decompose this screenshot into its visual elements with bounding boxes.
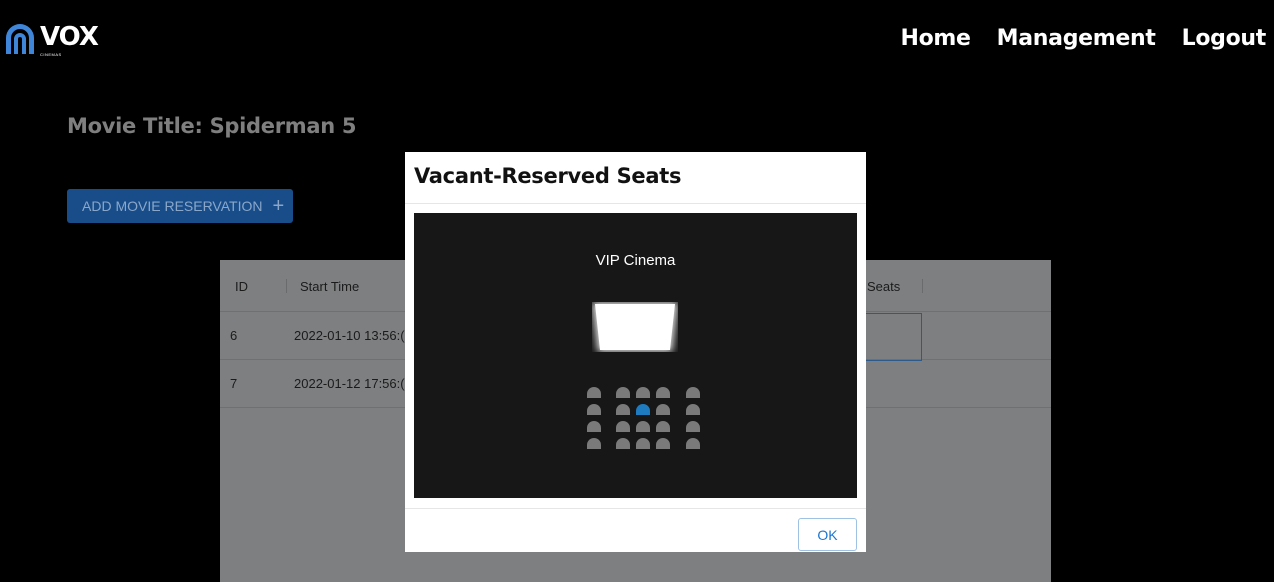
vacant-seat[interactable] — [636, 438, 650, 449]
navbar: VOX CINEMAS Home Management Logout — [0, 0, 1274, 82]
cell-id: 6 — [230, 328, 238, 343]
vacant-seat[interactable] — [636, 387, 650, 398]
column-separator — [922, 279, 923, 293]
cinema-seat-map: VIP Cinema — [414, 213, 857, 498]
vox-logo[interactable]: VOX CINEMAS — [4, 22, 99, 57]
vacant-seat[interactable] — [686, 421, 700, 432]
page-title: Movie Title: Spiderman 5 — [67, 114, 357, 138]
nav-management-link[interactable]: Management — [997, 26, 1156, 51]
ok-button[interactable]: OK — [798, 518, 857, 551]
dialog-divider — [405, 508, 866, 509]
vacant-seat[interactable] — [587, 421, 601, 432]
add-movie-reservation-label: ADD MOVIE RESERVATION — [82, 198, 263, 214]
nav-logout-link[interactable]: Logout — [1182, 26, 1267, 51]
cell-id: 7 — [230, 376, 238, 391]
vacant-seat[interactable] — [616, 438, 630, 449]
vacant-seat[interactable] — [686, 387, 700, 398]
logo-wordmark: VOX — [40, 22, 99, 52]
vacant-seat[interactable] — [616, 421, 630, 432]
vacant-seat[interactable] — [587, 404, 601, 415]
vacant-seat[interactable] — [587, 387, 601, 398]
vacant-seat[interactable] — [656, 387, 670, 398]
cell-start-time: 2022-01-12 17:56:( — [294, 376, 405, 391]
dialog-divider — [405, 203, 866, 204]
vacant-seat[interactable] — [656, 438, 670, 449]
nav-home-link[interactable]: Home — [901, 26, 971, 51]
seat-grid — [577, 384, 700, 449]
vacant-seat[interactable] — [636, 421, 650, 432]
cinema-screen-icon — [592, 302, 678, 352]
nav-links: Home Management Logout — [875, 26, 1267, 51]
column-header-id[interactable]: ID — [235, 279, 248, 294]
vacant-seat[interactable] — [686, 404, 700, 415]
plus-icon: + — [272, 195, 285, 217]
logo-subtitle: CINEMAS — [40, 52, 62, 57]
vacant-seat[interactable] — [686, 438, 700, 449]
seats-dialog: Vacant-Reserved Seats VIP Cinema OK — [405, 152, 866, 552]
column-header-seats[interactable]: Seats — [867, 279, 900, 294]
vacant-seat[interactable] — [656, 404, 670, 415]
cinema-name: VIP Cinema — [595, 252, 676, 269]
dialog-title: Vacant-Reserved Seats — [414, 164, 682, 188]
column-header-start-time[interactable]: Start Time — [300, 279, 359, 294]
column-separator — [286, 279, 287, 293]
reserved-seat[interactable] — [636, 404, 650, 415]
vacant-seat[interactable] — [587, 438, 601, 449]
vacant-seat[interactable] — [616, 387, 630, 398]
vacant-seat[interactable] — [616, 404, 630, 415]
vox-logo-icon — [6, 24, 34, 54]
add-movie-reservation-button[interactable]: ADD MOVIE RESERVATION + — [67, 189, 293, 223]
cell-start-time: 2022-01-10 13:56:( — [294, 328, 405, 343]
vacant-seat[interactable] — [656, 421, 670, 432]
